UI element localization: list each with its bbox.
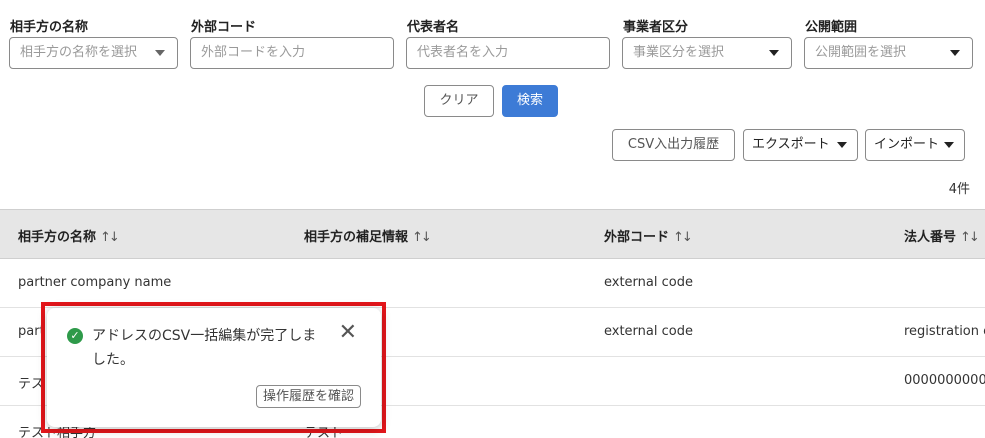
visibility-placeholder: 公開範囲を選択 [815, 45, 907, 60]
cell-corporate-number: 000000000000 [904, 373, 985, 388]
visibility-select[interactable]: 公開範囲を選択 [804, 37, 973, 69]
business-type-placeholder: 事業区分を選択 [633, 45, 725, 60]
check-circle-icon: ✓ [67, 328, 83, 344]
representative-placeholder: 代表者名を入力 [417, 45, 509, 60]
cell-corporate-number: registration co [904, 324, 985, 339]
filter-label-business-type: 事業者区分 [623, 20, 689, 35]
chevron-down-icon [950, 50, 960, 56]
filter-label-external-code: 外部コード [191, 20, 257, 35]
cell-partner-name: partner company name [18, 275, 172, 290]
external-code-placeholder: 外部コードを入力 [201, 45, 306, 60]
import-label: インポート [874, 137, 940, 152]
external-code-input[interactable]: 外部コードを入力 [190, 37, 394, 69]
result-count: 4件 [948, 182, 970, 197]
representative-input[interactable]: 代表者名を入力 [406, 37, 610, 69]
table-row[interactable]: partner company name external code [0, 259, 985, 308]
business-type-select[interactable]: 事業区分を選択 [622, 37, 792, 69]
chevron-down-icon [944, 142, 954, 148]
filter-label-partner-name: 相手方の名称 [10, 20, 89, 35]
import-dropdown[interactable]: インポート [865, 129, 965, 161]
partner-name-placeholder: 相手方の名称を選択 [20, 45, 138, 60]
table-header: 相手方の名称 ↑↓ 相手方の補足情報 ↑↓ 外部コード ↑↓ 法人番号 ↑↓ [0, 209, 985, 259]
cell-external-code: external code [604, 275, 693, 290]
cell-external-code: external code [604, 324, 693, 339]
sort-icon[interactable]: ↑↓ [960, 230, 980, 245]
sort-icon[interactable]: ↑↓ [100, 230, 120, 245]
column-label: 法人番号 [904, 230, 957, 245]
csv-history-button[interactable]: CSV入出力履歴 [612, 129, 735, 161]
sort-icon[interactable]: ↑↓ [412, 230, 432, 245]
filter-label-visibility: 公開範囲 [805, 20, 858, 35]
success-toast: ✓ アドレスのCSV一括編集が完了しました。 ✕ 操作履歴を確認 [47, 308, 381, 427]
export-label: エクスポート [752, 137, 830, 152]
chevron-down-icon [769, 50, 779, 56]
column-header-external-code[interactable]: 外部コード ↑↓ [604, 226, 693, 245]
column-header-corporate-number[interactable]: 法人番号 ↑↓ [904, 226, 980, 245]
close-icon[interactable]: ✕ [339, 322, 357, 344]
column-header-partner-info[interactable]: 相手方の補足情報 ↑↓ [304, 226, 432, 245]
partner-name-select[interactable]: 相手方の名称を選択 [9, 37, 178, 69]
view-history-button[interactable]: 操作履歴を確認 [255, 385, 361, 408]
column-label: 相手方の名称 [18, 230, 97, 245]
filter-label-representative: 代表者名 [407, 20, 460, 35]
chevron-down-icon [155, 50, 165, 56]
column-label: 外部コード [604, 230, 670, 245]
sort-icon[interactable]: ↑↓ [673, 230, 693, 245]
toast-message: アドレスのCSV一括編集が完了しました。 [92, 328, 317, 368]
column-header-partner-name[interactable]: 相手方の名称 ↑↓ [18, 226, 120, 245]
export-dropdown[interactable]: エクスポート [743, 129, 858, 161]
search-button[interactable]: 検索 [502, 85, 558, 117]
column-label: 相手方の補足情報 [304, 230, 409, 245]
chevron-down-icon [837, 142, 847, 148]
clear-button[interactable]: クリア [424, 85, 494, 117]
